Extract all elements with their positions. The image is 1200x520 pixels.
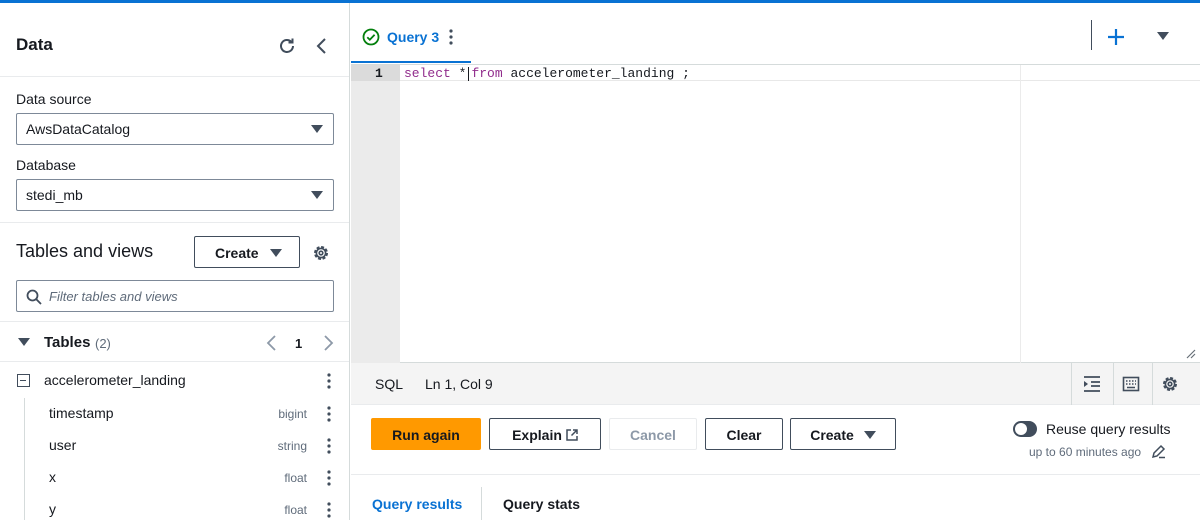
create-table-button[interactable]: Create — [194, 236, 300, 268]
column-type: float — [284, 471, 307, 485]
chevron-left-icon[interactable] — [264, 334, 280, 352]
caret-down-icon — [311, 125, 323, 133]
reuse-results-toggle[interactable] — [1013, 421, 1037, 437]
data-source-value: AwsDataCatalog — [26, 121, 131, 137]
tab-query-3[interactable]: Query 3 — [351, 15, 471, 63]
line-number: 1 — [375, 66, 383, 81]
print-margin — [1020, 65, 1021, 363]
clear-label: Clear — [726, 427, 762, 443]
create-button[interactable]: Create — [790, 418, 896, 450]
more-options-icon[interactable] — [321, 372, 337, 390]
tab-label: Query 3 — [387, 29, 440, 45]
divider — [1091, 20, 1092, 50]
gear-icon[interactable] — [1160, 374, 1180, 394]
tables-and-views-title: Tables and views — [16, 241, 154, 261]
column-row[interactable]: x float — [0, 461, 349, 493]
cancel-button[interactable]: Cancel — [609, 418, 697, 450]
create-label: Create — [810, 427, 854, 443]
filter-tables-field[interactable] — [16, 280, 334, 312]
divider — [0, 222, 349, 223]
code-line[interactable]: select * from accelerometer_landing ; — [404, 66, 690, 81]
search-icon — [26, 289, 42, 305]
column-type: string — [277, 439, 307, 453]
explain-button[interactable]: Explain — [489, 418, 601, 450]
status-language: SQL — [375, 376, 404, 392]
explain-label: Explain — [512, 427, 562, 443]
tab-options-icon[interactable] — [445, 28, 457, 46]
caret-down-icon — [270, 249, 282, 257]
database-label: Database — [16, 157, 76, 173]
check-circle-icon — [362, 28, 380, 46]
page-number[interactable]: 1 — [295, 336, 302, 351]
table-row[interactable]: accelerometer_landing — [0, 364, 349, 396]
tables-section-header: Tables (2) 1 — [0, 321, 349, 362]
tab-query-results[interactable]: Query results — [372, 496, 462, 512]
sql-editor[interactable]: 1 select * from accelerometer_landing ; — [351, 65, 1200, 363]
data-panel-header: Data — [0, 3, 349, 77]
format-query-icon[interactable] — [1082, 374, 1102, 394]
column-name: x — [49, 469, 56, 485]
collapse-panel-icon[interactable] — [312, 36, 332, 56]
caret-down-icon[interactable] — [1157, 32, 1169, 40]
collapse-square-icon[interactable] — [17, 374, 30, 387]
edit-icon[interactable] — [1151, 444, 1166, 459]
more-options-icon[interactable] — [321, 469, 337, 487]
cancel-label: Cancel — [630, 427, 676, 443]
caret-down-icon[interactable] — [18, 338, 30, 346]
data-source-select[interactable]: AwsDataCatalog — [16, 113, 334, 145]
tables-count: (2) — [95, 336, 111, 351]
text-cursor — [468, 66, 470, 81]
sql-keyword: from — [471, 66, 503, 81]
database-value: stedi_mb — [26, 187, 83, 203]
sql-table-ref: accelerometer_landing ; — [510, 66, 690, 81]
data-panel-title: Data — [16, 35, 53, 54]
editor-status-bar: SQL Ln 1, Col 9 — [351, 363, 1200, 405]
column-name: y — [49, 501, 56, 517]
keyboard-icon[interactable] — [1121, 374, 1141, 394]
column-type: bigint — [278, 407, 307, 421]
tables-label: Tables — [44, 334, 91, 351]
clear-button[interactable]: Clear — [705, 418, 783, 450]
add-icon[interactable] — [1106, 27, 1126, 47]
divider — [1071, 363, 1072, 405]
column-row[interactable]: timestamp bigint — [0, 397, 349, 429]
column-row[interactable]: y float — [0, 493, 349, 520]
divider — [1113, 363, 1114, 405]
line-gutter — [351, 65, 400, 363]
column-type: float — [284, 503, 307, 517]
tab-query-stats[interactable]: Query stats — [503, 496, 580, 512]
table-name: accelerometer_landing — [44, 372, 186, 388]
more-options-icon[interactable] — [321, 405, 337, 423]
create-table-button-label: Create — [215, 245, 259, 261]
run-again-label: Run again — [392, 427, 460, 443]
data-panel: Data Data source AwsDataCatalog Database… — [0, 3, 350, 520]
external-link-icon — [566, 429, 578, 441]
gear-icon[interactable] — [311, 243, 331, 263]
divider — [351, 474, 1200, 475]
column-name: user — [49, 437, 77, 453]
caret-down-icon — [311, 191, 323, 199]
column-name: timestamp — [49, 405, 114, 421]
database-select[interactable]: stedi_mb — [16, 179, 334, 211]
reuse-results-duration: up to 60 minutes ago — [1029, 445, 1142, 459]
status-cursor-position: Ln 1, Col 9 — [425, 376, 493, 392]
divider — [1152, 363, 1153, 405]
reuse-results-label: Reuse query results — [1046, 421, 1171, 437]
more-options-icon[interactable] — [321, 437, 337, 455]
run-again-button[interactable]: Run again — [371, 418, 481, 450]
more-options-icon[interactable] — [321, 501, 337, 519]
chevron-right-icon[interactable] — [320, 334, 336, 352]
sql-star: * — [458, 66, 467, 81]
resize-handle-icon[interactable] — [1184, 347, 1196, 359]
filter-tables-input[interactable] — [49, 281, 329, 311]
query-tab-bar: Query 3 — [351, 15, 1200, 65]
divider — [481, 487, 482, 520]
column-row[interactable]: user string — [0, 429, 349, 461]
sql-keyword: select — [404, 66, 451, 81]
query-editor-panel: Query 3 1 select * from accelerometer_lan… — [351, 3, 1200, 520]
refresh-icon[interactable] — [277, 36, 297, 56]
caret-down-icon — [863, 431, 876, 439]
data-source-label: Data source — [16, 91, 92, 107]
